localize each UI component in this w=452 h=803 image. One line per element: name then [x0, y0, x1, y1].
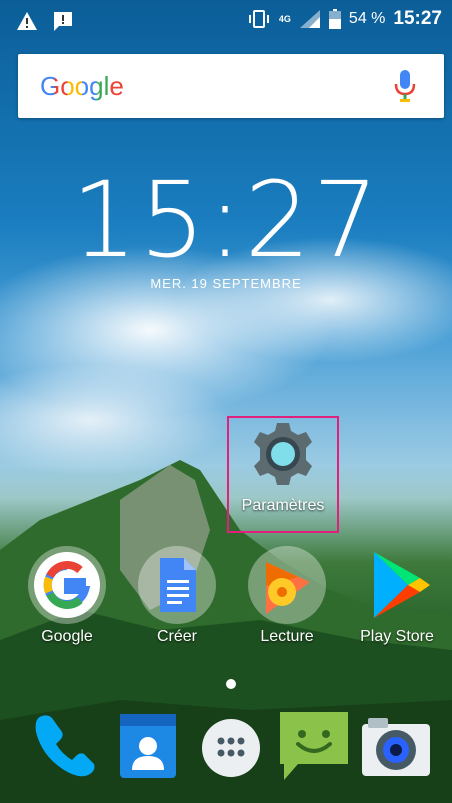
app-google[interactable]: Google	[12, 546, 122, 646]
clock-widget-date: MER. 19 SEPTEMBRE	[150, 276, 302, 291]
contacts-icon[interactable]	[116, 708, 180, 784]
app-creer[interactable]: Créer	[122, 546, 232, 646]
app-drawer-icon[interactable]	[200, 708, 262, 784]
battery-percent: 54 %	[348, 10, 386, 27]
google-g-icon	[28, 546, 106, 624]
home-screen: 4G 54 % 15:27 Google 15:27 MER. 19 SEPTE…	[0, 0, 452, 803]
phone-icon[interactable]	[28, 708, 104, 784]
message-icon	[54, 12, 72, 31]
page-indicator	[226, 679, 236, 689]
warning-icon	[17, 12, 37, 30]
app-parametres[interactable]: Paramètres	[228, 420, 338, 515]
play-music-icon	[248, 546, 326, 624]
play-store-icon	[358, 546, 436, 624]
app-label: Paramètres	[241, 497, 325, 514]
app-play-store[interactable]: Play Store	[342, 546, 452, 646]
camera-icon[interactable]	[358, 708, 434, 784]
status-bar: 4G 54 % 15:27	[0, 0, 452, 44]
battery-icon	[328, 9, 341, 29]
app-label: Lecture	[260, 628, 314, 645]
clock-widget-time[interactable]: 15:27	[0, 168, 452, 272]
signal-icon	[299, 10, 320, 28]
status-time: 15:27	[393, 8, 442, 29]
vibrate-icon	[248, 10, 269, 28]
google-logo: Google	[40, 71, 124, 101]
messaging-icon[interactable]	[276, 708, 352, 784]
docs-icon	[138, 546, 216, 624]
app-label: Play Store	[360, 628, 434, 645]
app-lecture[interactable]: Lecture	[232, 546, 342, 646]
google-search-bar[interactable]: Google	[18, 54, 444, 118]
network-type: 4G	[278, 13, 291, 24]
mic-icon[interactable]	[394, 70, 416, 102]
app-label: Créer	[156, 628, 197, 645]
settings-gear-icon	[254, 423, 312, 485]
app-label: Google	[41, 628, 93, 645]
